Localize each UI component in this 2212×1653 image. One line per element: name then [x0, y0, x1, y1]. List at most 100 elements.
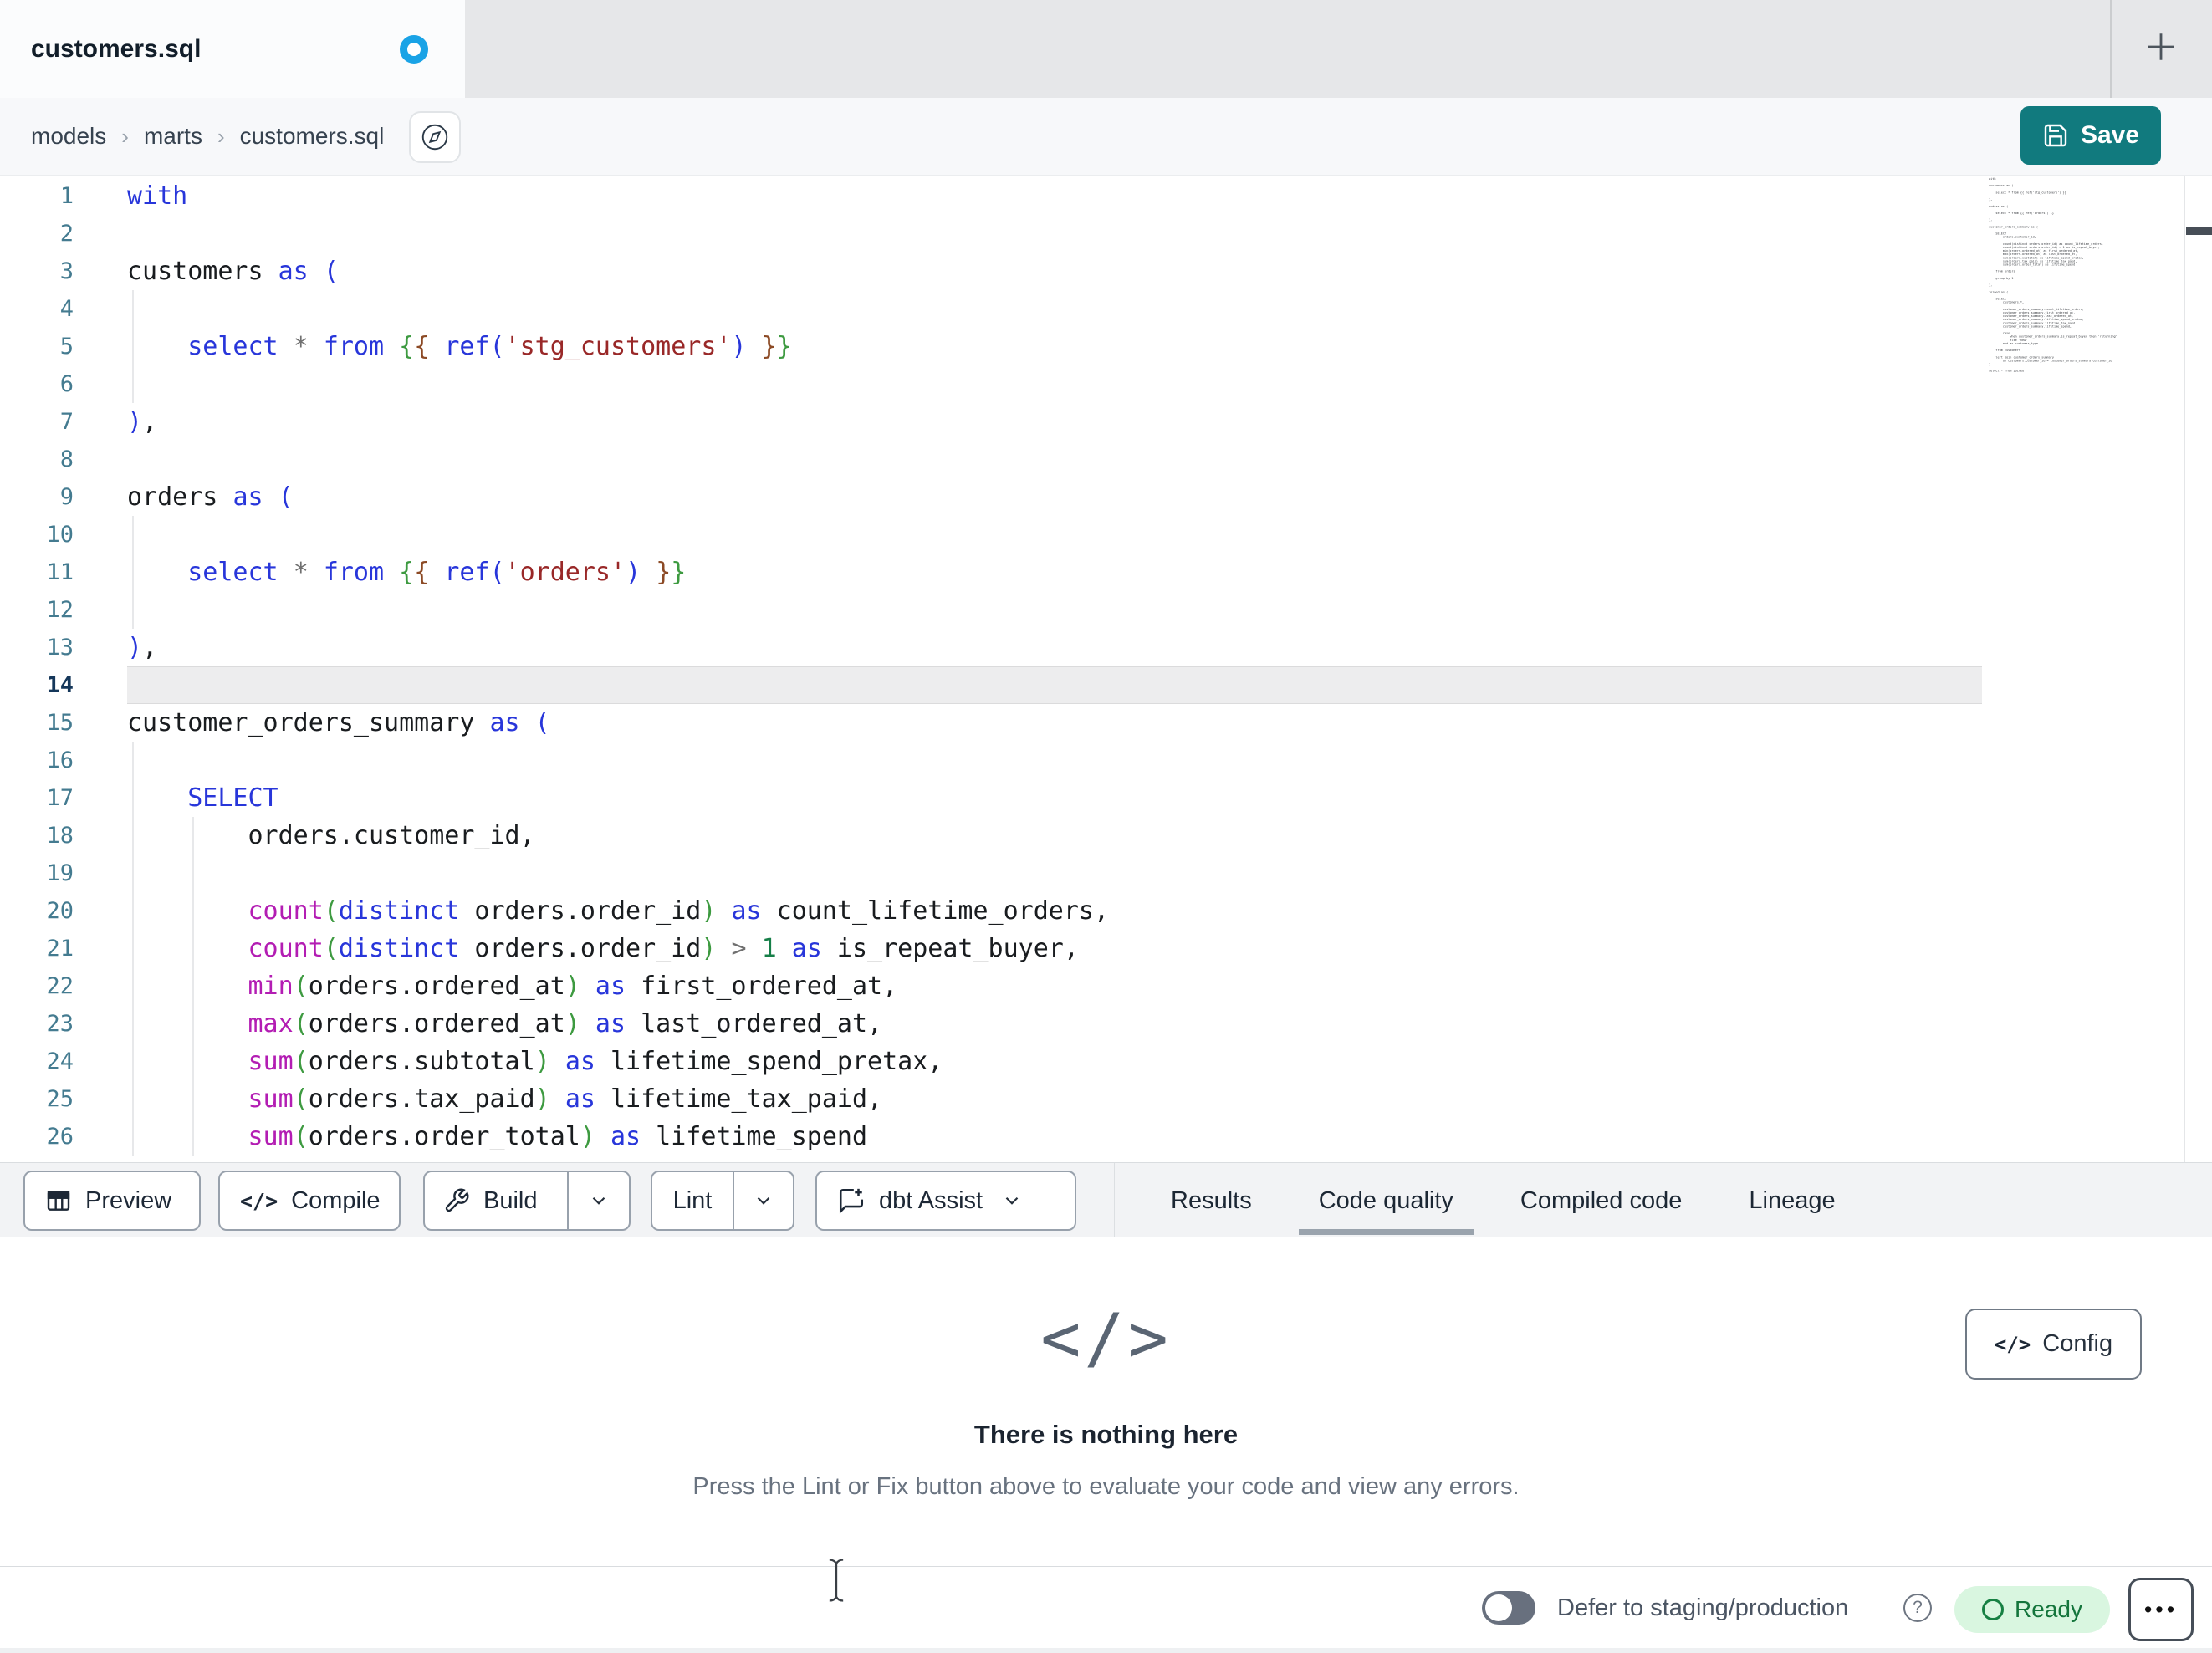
code-line-5[interactable]: select * from {{ ref('stg_customers') }}: [127, 328, 1982, 365]
line-number-21: 21: [46, 936, 74, 962]
line-number-14: 14: [46, 672, 74, 698]
tab-strip-divider: [2110, 0, 2112, 98]
build-dropdown-button[interactable]: [569, 1172, 629, 1229]
tab-code-quality-label: Code quality: [1318, 1186, 1453, 1214]
ellipsis-icon: •••: [2143, 1596, 2179, 1622]
code-icon: </>: [1994, 1332, 2031, 1356]
defer-label: Defer to staging/production: [1557, 1594, 1849, 1621]
code-line-12[interactable]: [127, 591, 1982, 629]
tab-results[interactable]: Results: [1169, 1163, 1254, 1238]
editor-scrollbar-thumb[interactable]: [2186, 227, 2212, 235]
line-number-18: 18: [46, 823, 74, 849]
code-line-16[interactable]: [127, 742, 1982, 779]
code-line-23[interactable]: max(orders.ordered_at) as last_ordered_a…: [127, 1005, 1982, 1043]
code-line-15[interactable]: customer_orders_summary as (: [127, 704, 1982, 742]
toggle-knob: [1485, 1594, 1512, 1621]
line-number-26: 26: [46, 1124, 74, 1150]
code-line-22[interactable]: min(orders.ordered_at) as first_ordered_…: [127, 967, 1982, 1005]
code-line-8[interactable]: [127, 441, 1982, 478]
lint-dropdown-button[interactable]: [734, 1172, 793, 1229]
line-number-6: 6: [59, 371, 74, 397]
code-line-13[interactable]: ),: [127, 629, 1982, 666]
breadcrumb-marts[interactable]: marts: [144, 123, 202, 150]
help-icon[interactable]: ?: [1903, 1594, 1932, 1622]
minimap[interactable]: with customers as ( select * from {{ ref…: [1989, 177, 2181, 1147]
dbt-assist-button[interactable]: dbt Assist: [815, 1171, 1076, 1231]
tab-title: customers.sql: [31, 34, 202, 63]
code-brackets-icon: </>: [1040, 1299, 1172, 1377]
compile-button[interactable]: </> Compile: [218, 1171, 401, 1231]
plus-icon: [2148, 33, 2174, 60]
config-label: Config: [2042, 1330, 2113, 1357]
save-label: Save: [2080, 121, 2140, 149]
line-number-25: 25: [46, 1086, 74, 1112]
line-number-24: 24: [46, 1048, 74, 1074]
breadcrumb-separator: ›: [121, 123, 129, 149]
code-lines: with customers as ( select * from {{ ref(…: [127, 177, 1982, 1156]
new-tab-button[interactable]: [2138, 23, 2184, 70]
code-line-14[interactable]: [127, 666, 1982, 704]
code-line-11[interactable]: select * from {{ ref('orders') }}: [127, 554, 1982, 591]
lint-button[interactable]: Lint: [652, 1187, 733, 1215]
minimap-content: with customers as ( select * from {{ ref…: [1989, 177, 2117, 373]
code-line-25[interactable]: sum(orders.tax_paid) as lifetime_tax_pai…: [127, 1080, 1982, 1118]
code-line-7[interactable]: ),: [127, 403, 1982, 441]
code-line-4[interactable]: [127, 290, 1982, 328]
code-editor[interactable]: 1 2 3 4 5 6 7 8 9 10 11 12 13 14 15 16 17 18 19 20 21 22 23 24 2…: [0, 176, 2212, 1162]
breadcrumb-bar: models › marts › customers.sql Save: [0, 98, 2212, 176]
line-number-2: 2: [59, 221, 74, 247]
code-line-20[interactable]: count(distinct orders.order_id) as count…: [127, 892, 1982, 930]
code-icon: </>: [240, 1188, 278, 1213]
line-number-10: 10: [46, 522, 74, 548]
table-icon: [47, 1191, 70, 1211]
code-line-1[interactable]: with: [127, 177, 1982, 215]
tab-customers-sql[interactable]: customers.sql: [0, 0, 465, 98]
line-number-11: 11: [46, 559, 74, 585]
editor-scrollbar[interactable]: [2184, 176, 2212, 1162]
preview-button[interactable]: Preview: [23, 1171, 201, 1231]
code-line-9[interactable]: orders as (: [127, 478, 1982, 516]
build-split-button: Build: [423, 1171, 631, 1231]
save-button[interactable]: Save: [2020, 106, 2161, 165]
compass-icon: [421, 124, 448, 151]
config-button[interactable]: </> Config: [1965, 1309, 2142, 1380]
code-line-19[interactable]: [127, 855, 1982, 892]
build-button[interactable]: Build: [425, 1187, 567, 1215]
dbt-ide-window: customers.sql models › marts › customers…: [0, 0, 2212, 1653]
code-line-6[interactable]: [127, 365, 1982, 403]
code-line-21[interactable]: count(distinct orders.order_id) > 1 as i…: [127, 930, 1982, 967]
line-number-4: 4: [59, 296, 74, 322]
code-line-2[interactable]: [127, 215, 1982, 253]
status-label: Ready: [2015, 1596, 2082, 1622]
empty-state-title: There is nothing here: [973, 1420, 1239, 1449]
code-line-24[interactable]: sum(orders.subtotal) as lifetime_spend_p…: [127, 1043, 1982, 1080]
line-number-8: 8: [59, 446, 74, 472]
tab-code-quality[interactable]: Code quality: [1298, 1163, 1474, 1238]
line-number-22: 22: [46, 973, 74, 999]
panel-tabs: Results Code quality Compiled code Linea…: [1169, 1163, 1837, 1238]
assistant-chat-icon: [839, 1188, 864, 1214]
tab-lineage[interactable]: Lineage: [1747, 1163, 1837, 1238]
line-number-3: 3: [59, 258, 74, 284]
build-label: Build: [483, 1186, 538, 1214]
breadcrumb-models[interactable]: models: [31, 123, 106, 150]
status-badge: Ready: [1954, 1586, 2110, 1633]
tab-compiled-code[interactable]: Compiled code: [1519, 1163, 1683, 1238]
compile-label: Compile: [291, 1186, 381, 1214]
line-number-19: 19: [46, 860, 74, 886]
code-line-26[interactable]: sum(orders.order_total) as lifetime_spen…: [127, 1118, 1982, 1156]
defer-toggle[interactable]: [1482, 1591, 1535, 1625]
overflow-menu-button[interactable]: •••: [2128, 1578, 2194, 1641]
line-number-12: 12: [46, 597, 74, 623]
code-line-3[interactable]: customers as (: [127, 253, 1982, 290]
line-number-23: 23: [46, 1011, 74, 1037]
breadcrumb-separator: ›: [217, 123, 225, 149]
code-line-10[interactable]: [127, 516, 1982, 554]
code-line-18[interactable]: orders.customer_id,: [127, 817, 1982, 855]
open-in-explorer-button[interactable]: [409, 111, 461, 163]
code-line-17[interactable]: SELECT: [127, 779, 1982, 817]
code-quality-panel: </> There is nothing here Press the Lint…: [0, 1237, 2212, 1566]
line-number-5: 5: [59, 334, 74, 360]
tab-compiled-code-label: Compiled code: [1520, 1186, 1683, 1214]
status-bar: Defer to staging/production ? Ready •••: [0, 1566, 2212, 1653]
